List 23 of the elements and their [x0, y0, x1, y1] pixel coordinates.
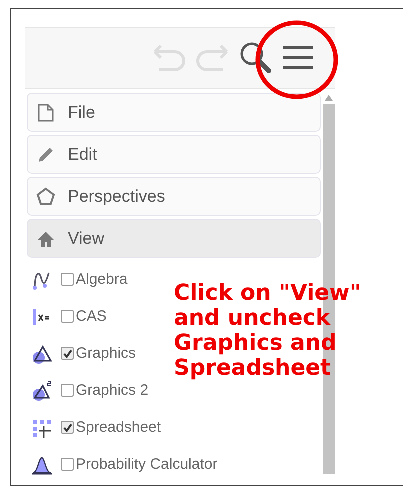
- menu-icon[interactable]: [281, 45, 315, 71]
- view-option-label[interactable]: Algebra: [76, 271, 128, 288]
- annotation-text: Click on "View" and uncheck Graphics and Spreadsheet: [174, 282, 362, 382]
- menu-item[interactable]: Edit: [27, 135, 321, 174]
- menu-item[interactable]: Perspectives: [27, 177, 321, 216]
- view-option-label[interactable]: Spreadsheet: [76, 419, 162, 436]
- checkbox[interactable]: [61, 384, 74, 397]
- view-option-label[interactable]: Probability Calculator: [76, 456, 218, 473]
- view-option-label[interactable]: Graphics: [76, 345, 136, 362]
- checkbox[interactable]: [61, 347, 74, 360]
- view-option-label[interactable]: CAS: [76, 308, 107, 325]
- checkbox[interactable]: [61, 310, 74, 323]
- search-icon[interactable]: [239, 41, 273, 75]
- view-option-label[interactable]: Graphics 2: [76, 382, 149, 399]
- checkbox[interactable]: [61, 458, 74, 471]
- triangle-circle-icon: [31, 380, 53, 402]
- checkbox[interactable]: [61, 273, 74, 286]
- checkbox[interactable]: [61, 421, 74, 434]
- menu-item[interactable]: View: [27, 219, 321, 258]
- polygon-icon: [36, 186, 56, 206]
- scroll-up-icon[interactable]: [325, 95, 333, 101]
- document-icon: [36, 102, 56, 122]
- menu-item[interactable]: File: [27, 93, 321, 132]
